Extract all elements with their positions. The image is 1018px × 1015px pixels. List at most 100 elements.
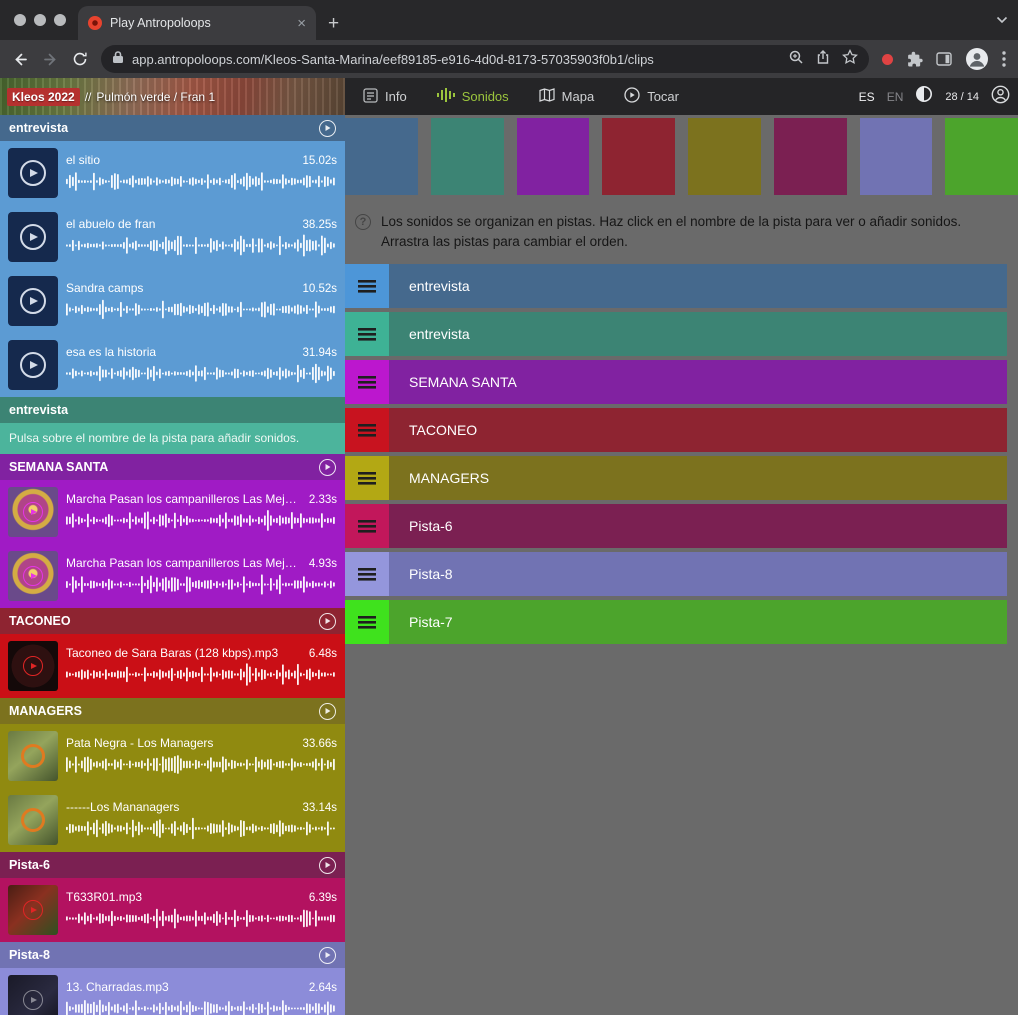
track-title[interactable]: MANAGERS <box>9 704 311 718</box>
recording-extension-icon[interactable] <box>882 54 893 65</box>
track-row[interactable]: Pista-8 <box>345 552 1007 596</box>
drag-handle[interactable] <box>345 360 389 404</box>
clip-thumbnail[interactable] <box>8 487 58 537</box>
track-row-label[interactable]: Pista-6 <box>389 504 1007 548</box>
breadcrumb-path[interactable]: Pulmón verde / Fran 1 <box>96 90 215 104</box>
drag-handle[interactable] <box>345 504 389 548</box>
clip-play-button[interactable] <box>8 212 58 262</box>
track-swatch[interactable] <box>517 118 590 195</box>
breadcrumb-project[interactable]: Kleos 2022 <box>7 88 80 106</box>
track-swatch[interactable] <box>774 118 847 195</box>
track-row[interactable]: entrevista <box>345 312 1007 356</box>
track-row[interactable]: SEMANA SANTA <box>345 360 1007 404</box>
clip-waveform[interactable] <box>66 170 337 193</box>
clip-thumbnail[interactable] <box>8 885 58 935</box>
clip-waveform[interactable] <box>66 298 337 321</box>
clip-waveform[interactable] <box>66 362 337 385</box>
clip-row[interactable]: T633R01.mp36.39s <box>0 878 345 942</box>
track-swatch[interactable] <box>945 118 1018 195</box>
extensions-puzzle-icon[interactable] <box>906 51 923 68</box>
track-header[interactable]: Pista-6 <box>0 852 345 878</box>
clip-waveform[interactable] <box>66 234 337 257</box>
account-icon[interactable] <box>991 85 1010 109</box>
track-row-label[interactable]: MANAGERS <box>389 456 1007 500</box>
clip-row[interactable]: 13. Charradas.mp32.64s <box>0 968 345 1015</box>
share-icon[interactable] <box>815 49 831 70</box>
reload-button[interactable] <box>72 51 88 67</box>
side-panel-icon[interactable] <box>936 52 952 66</box>
back-button[interactable] <box>12 51 29 68</box>
clip-play-button[interactable] <box>8 148 58 198</box>
track-title[interactable]: TACONEO <box>9 614 311 628</box>
lang-en-button[interactable]: EN <box>887 90 904 104</box>
clip-play-button[interactable] <box>8 276 58 326</box>
drag-handle[interactable] <box>345 600 389 644</box>
url-text[interactable]: app.antropoloops.com/Kleos-Santa-Marina/… <box>132 52 780 67</box>
track-play-button[interactable] <box>319 613 336 630</box>
track-title[interactable]: SEMANA SANTA <box>9 460 311 474</box>
clip-row[interactable]: Taconeo de Sara Baras (128 kbps).mp36.48… <box>0 634 345 698</box>
tab-sonidos[interactable]: Sonidos <box>437 88 509 105</box>
new-tab-button[interactable]: + <box>328 14 339 33</box>
clip-row[interactable]: el sitio15.02s <box>0 141 345 205</box>
close-window-button[interactable] <box>14 14 26 26</box>
zoom-icon[interactable] <box>788 49 804 70</box>
track-play-button[interactable] <box>319 120 336 137</box>
forward-button[interactable] <box>42 51 59 68</box>
browser-tab[interactable]: Play Antropoloops × <box>78 6 316 40</box>
track-play-button[interactable] <box>319 459 336 476</box>
clip-row[interactable]: el abuelo de fran38.25s <box>0 205 345 269</box>
tab-info[interactable]: Info <box>363 88 407 106</box>
minimize-window-button[interactable] <box>34 14 46 26</box>
profile-avatar[interactable] <box>965 47 989 71</box>
track-swatch[interactable] <box>602 118 675 195</box>
drag-handle[interactable] <box>345 312 389 356</box>
track-row-label[interactable]: Pista-8 <box>389 552 1007 596</box>
drag-handle[interactable] <box>345 552 389 596</box>
track-title[interactable]: entrevista <box>9 121 311 135</box>
track-swatch[interactable] <box>345 118 418 195</box>
clip-row[interactable]: esa es la historia31.94s <box>0 333 345 397</box>
track-row[interactable]: Pista-7 <box>345 600 1007 644</box>
clip-thumbnail[interactable] <box>8 731 58 781</box>
track-header[interactable]: MANAGERS <box>0 698 345 724</box>
track-row-label[interactable]: entrevista <box>389 312 1007 356</box>
lang-es-button[interactable]: ES <box>859 90 875 104</box>
browser-menu-icon[interactable] <box>1002 51 1006 67</box>
clip-thumbnail[interactable] <box>8 795 58 845</box>
clip-waveform[interactable] <box>66 509 337 532</box>
track-title[interactable]: Pista-6 <box>9 858 311 872</box>
tab-mapa[interactable]: Mapa <box>539 88 595 105</box>
bookmark-star-icon[interactable] <box>842 49 858 70</box>
track-swatch[interactable] <box>431 118 504 195</box>
clip-row[interactable]: Pata Negra - Los Managers33.66s <box>0 724 345 788</box>
track-title[interactable]: Pista-8 <box>9 948 311 962</box>
track-header[interactable]: SEMANA SANTA <box>0 454 345 480</box>
project-cover-photo[interactable]: Kleos 2022 // Pulmón verde / Fran 1 <box>0 78 345 115</box>
clip-waveform[interactable] <box>66 663 337 686</box>
track-row-label[interactable]: TACONEO <box>389 408 1007 452</box>
track-header[interactable]: Pista-8 <box>0 942 345 968</box>
track-play-button[interactable] <box>319 703 336 720</box>
tab-search-chevron-icon[interactable] <box>996 16 1008 24</box>
clip-row[interactable]: Marcha Pasan los campanilleros Las Mejor… <box>0 544 345 608</box>
tab-tocar[interactable]: Tocar <box>624 87 679 106</box>
drag-handle[interactable] <box>345 456 389 500</box>
track-row[interactable]: Pista-6 <box>345 504 1007 548</box>
clip-row[interactable]: Marcha Pasan los campanilleros Las Mejor… <box>0 480 345 544</box>
clip-row[interactable]: ------Los Mananagers33.14s <box>0 788 345 852</box>
track-header[interactable]: entrevista <box>0 397 345 423</box>
track-row-label[interactable]: SEMANA SANTA <box>389 360 1007 404</box>
track-play-button[interactable] <box>319 947 336 964</box>
track-play-button[interactable] <box>319 857 336 874</box>
track-row-label[interactable]: entrevista <box>389 264 1007 308</box>
clip-thumbnail[interactable] <box>8 975 58 1015</box>
tab-close-icon[interactable]: × <box>297 16 306 31</box>
clip-thumbnail[interactable] <box>8 641 58 691</box>
lock-icon[interactable] <box>112 50 124 69</box>
track-row[interactable]: MANAGERS <box>345 456 1007 500</box>
track-row[interactable]: entrevista <box>345 264 1007 308</box>
clip-row[interactable]: Sandra camps10.52s <box>0 269 345 333</box>
clip-play-button[interactable] <box>8 340 58 390</box>
clip-waveform[interactable] <box>66 753 337 776</box>
